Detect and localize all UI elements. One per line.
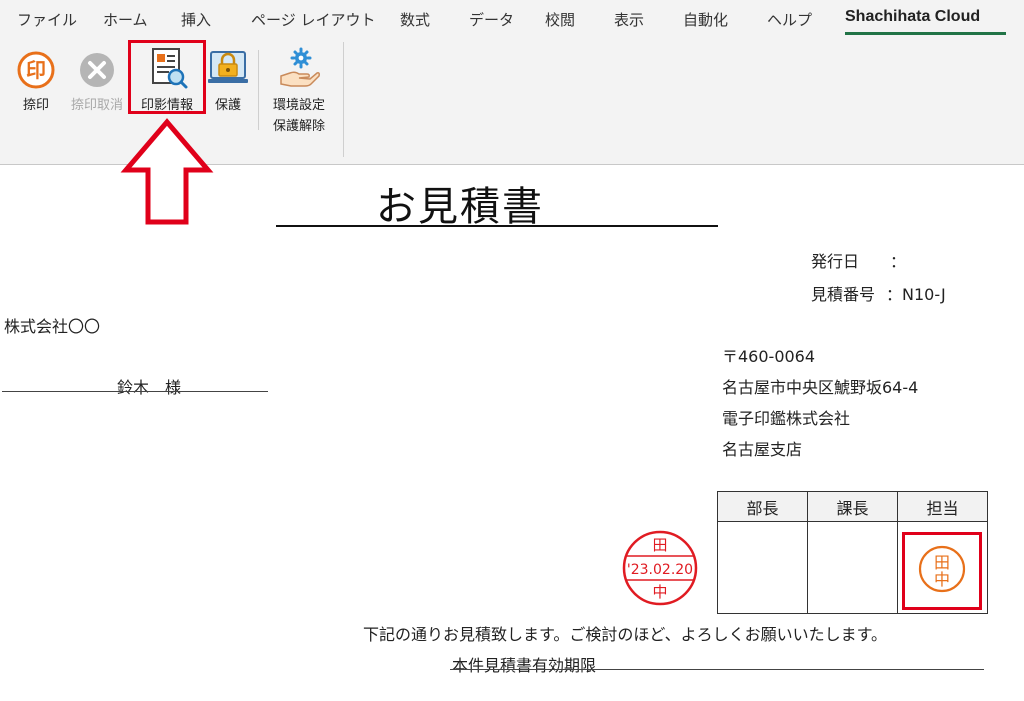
unprotect-label: 保護解除 [272, 119, 325, 134]
approval-header-person-in-charge: 担当 [897, 491, 988, 522]
postal-code: 〒460-0064 [722, 347, 816, 366]
tab-help[interactable]: ヘルプ [767, 9, 812, 30]
issue-date-label: 発行日 [811, 252, 860, 271]
tab-insert[interactable]: 挿入 [181, 9, 211, 30]
lock-laptop-icon [208, 51, 248, 83]
quote-number-value: ：N10-J [886, 285, 946, 304]
tab-automate[interactable]: 自動化 [683, 9, 728, 30]
document-title: お見積書 [376, 184, 544, 230]
active-tab-indicator [845, 32, 1006, 35]
tab-shachihata-cloud[interactable]: Shachihata Cloud [845, 8, 980, 26]
stamp-button[interactable]: 印 捺印 [10, 50, 62, 113]
approval-header-section-chief: 課長 [807, 491, 898, 522]
issue-date-separator: ： [890, 252, 907, 271]
gear-hand-icon [280, 47, 320, 87]
svg-text:田: 田 [652, 536, 667, 554]
approval-header-manager: 部長 [717, 491, 808, 522]
sender-branch: 名古屋支店 [722, 440, 803, 459]
title-underline [276, 225, 718, 227]
client-person: 鈴木 様 [117, 378, 182, 397]
client-underline [2, 391, 268, 392]
tab-review[interactable]: 校閲 [545, 9, 575, 30]
protect-label: 保護 [214, 98, 241, 113]
cancel-stamp-label: 捺印取消 [70, 98, 123, 113]
svg-text:中: 中 [652, 583, 667, 601]
quote-number-label: 見積番号 [811, 285, 876, 304]
cancel-x-icon [80, 53, 114, 87]
validity-label: 本件見積書有効期限 [452, 656, 597, 675]
tab-view[interactable]: 表示 [614, 9, 644, 30]
stamp-icon: 印 [17, 51, 55, 89]
stamp-info-highlight [128, 40, 206, 114]
red-up-arrow-icon [120, 118, 214, 225]
sender-address: 名古屋市中央区鯱野坂64-4 [722, 378, 919, 397]
tab-data[interactable]: データ [469, 9, 514, 30]
client-company: 株式会社〇〇 [4, 317, 101, 336]
tab-home[interactable]: ホーム [103, 9, 148, 30]
settings-label: 環境設定 [272, 98, 325, 113]
tab-page-layout[interactable]: ページ レイアウト [251, 9, 375, 30]
personal-stamp-highlight [902, 532, 982, 610]
svg-text:印: 印 [26, 58, 46, 82]
tab-file[interactable]: ファイル [17, 9, 77, 30]
ribbon-tab-bar: ファイル ホーム 挿入 ページ レイアウト 数式 データ 校閲 表示 自動化 ヘ… [0, 0, 1024, 40]
date-stamp-seal: 田 '23.02.20 中 [622, 530, 698, 606]
ribbon-divider [258, 50, 259, 130]
sender-company: 電子印鑑株式会社 [722, 409, 851, 428]
quote-message: 下記の通りお見積致します。ご検討のほど、よろしくお願いいたします。 [363, 625, 888, 644]
ribbon-group-divider [343, 42, 344, 157]
approval-cell-manager[interactable] [717, 521, 808, 614]
approval-cell-section-chief[interactable] [807, 521, 898, 614]
protect-button[interactable]: 保護 [205, 46, 251, 113]
validity-underline [450, 669, 984, 670]
settings-unprotect-button[interactable]: 環境設定 保護解除 [264, 46, 334, 134]
cancel-stamp-button[interactable]: 捺印取消 [66, 50, 128, 113]
svg-text:'23.02.20: '23.02.20 [627, 562, 693, 578]
tab-formulas[interactable]: 数式 [400, 9, 430, 30]
stamp-label: 捺印 [22, 98, 49, 113]
